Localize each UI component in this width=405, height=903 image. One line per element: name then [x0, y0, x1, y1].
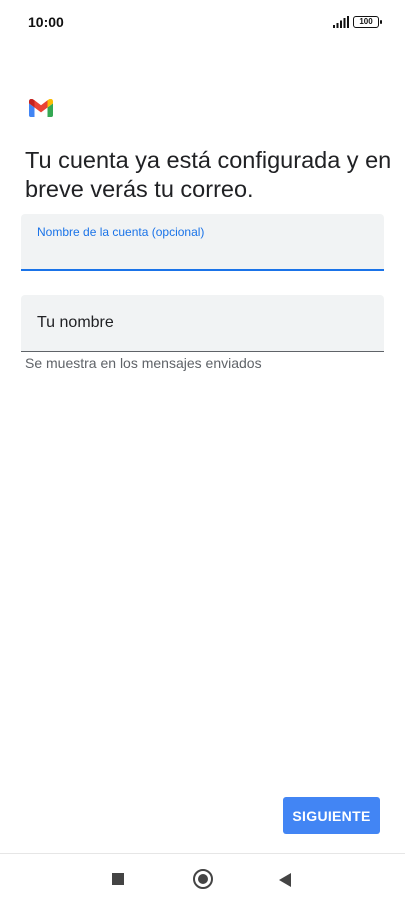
your-name-placeholder: Tu nombre — [37, 314, 114, 331]
recents-icon[interactable] — [112, 873, 124, 885]
page-title: Tu cuenta ya está configurada y en breve… — [25, 147, 392, 202]
your-name-field[interactable]: Tu nombre — [21, 295, 384, 352]
signal-bars-icon — [333, 16, 349, 28]
account-name-label: Nombre de la cuenta (opcional) — [37, 225, 205, 239]
your-name-helper-text: Se muestra en los mensajes enviados — [25, 355, 262, 371]
status-icons: 100 — [333, 15, 382, 29]
navigation-bar — [0, 853, 405, 903]
home-icon[interactable] — [193, 869, 213, 889]
back-icon[interactable] — [279, 873, 291, 887]
next-button[interactable]: SIGUIENTE — [283, 797, 380, 834]
status-bar: 10:00 100 — [0, 0, 405, 44]
battery-level: 100 — [359, 17, 373, 26]
account-name-field[interactable]: Nombre de la cuenta (opcional) — [21, 214, 384, 271]
status-time: 10:00 — [28, 14, 64, 30]
battery-icon: 100 — [353, 16, 382, 28]
gmail-icon — [29, 99, 53, 117]
